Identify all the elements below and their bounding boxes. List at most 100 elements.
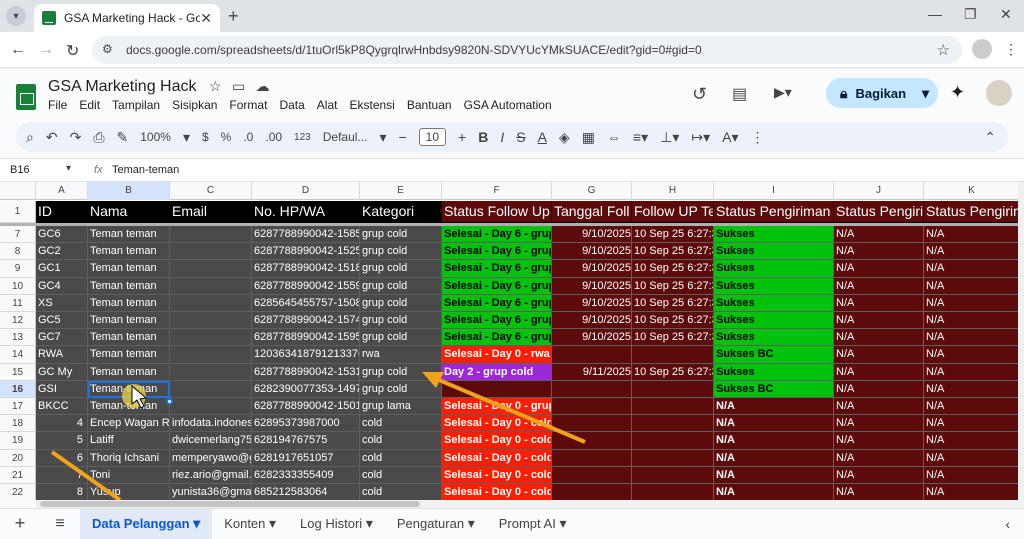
spreadsheet-grid[interactable]: ABCDEFGHIJK 1 ID Nama Email No. HP/WA Kategor… <box>0 182 1018 500</box>
sheet-tab-label: Prompt AI <box>498 516 556 531</box>
tab-list-icon[interactable]: ▾ <box>6 6 26 26</box>
browser-tab[interactable]: GSA Marketing Hack - Google S ✕ <box>34 4 220 32</box>
chevron-down-icon[interactable]: ▾ <box>193 515 200 532</box>
sheets-logo-icon[interactable] <box>16 84 36 110</box>
font-size-increase-icon[interactable]: + <box>458 129 466 145</box>
restore-icon[interactable]: ❐ <box>964 6 977 23</box>
url-text: docs.google.com/spreadsheets/d/1tuOrl5kP… <box>126 43 702 57</box>
text-rotation-icon[interactable]: A▾ <box>722 129 738 146</box>
tab-title: GSA Marketing Hack - Google S <box>64 11 201 25</box>
sheet-tab-pengaturan[interactable]: Pengaturan ▾ <box>385 509 487 539</box>
forward-icon[interactable]: → <box>38 41 54 59</box>
reload-icon[interactable]: ↻ <box>66 41 79 61</box>
bookmark-star-icon[interactable]: ☆ <box>937 41 950 59</box>
close-tab-icon[interactable]: ✕ <box>200 10 212 27</box>
decrease-decimal-button[interactable]: .0 <box>243 130 253 144</box>
comment-icon[interactable]: ▤ <box>732 84 747 104</box>
chevron-down-icon[interactable]: ▾ <box>366 515 373 532</box>
sheet-tab-label: Data Pelanggan <box>92 516 190 531</box>
browser-menu-icon[interactable]: ⋮ <box>1004 41 1018 58</box>
lock-icon: 🔒︎ <box>840 84 848 101</box>
close-window-icon[interactable]: ✕ <box>1000 6 1012 23</box>
sheets-favicon-icon <box>42 11 56 25</box>
site-info-icon[interactable]: ⚙ <box>102 42 113 56</box>
document-title[interactable]: GSA Marketing Hack ☆ ▭ ☁ <box>48 78 270 96</box>
borders-icon[interactable]: ▦ <box>582 129 595 146</box>
zoom-dropdown-icon[interactable]: ▾ <box>183 129 190 146</box>
menu-extensions[interactable]: Ekstensi <box>349 98 394 112</box>
share-dropdown-icon[interactable]: ▾ <box>922 85 929 102</box>
meet-icon[interactable]: ▶▾ <box>774 84 792 101</box>
redo-icon[interactable]: ↷ <box>70 129 82 146</box>
menu-help[interactable]: Bantuan <box>407 98 452 112</box>
menu-file[interactable]: File <box>48 98 67 112</box>
formula-input[interactable]: Teman-teman <box>112 164 179 176</box>
currency-format-button[interactable]: $ <box>202 130 209 144</box>
scroll-tabs-left-icon[interactable]: ‹ <box>1005 516 1010 532</box>
sheet-tab-prompt-ai[interactable]: Prompt AI ▾ <box>487 509 579 539</box>
add-sheet-icon[interactable]: + <box>0 513 40 534</box>
merge-cells-icon[interactable]: ⇔ <box>607 129 621 145</box>
horizontal-scrollbar-thumb[interactable] <box>40 501 420 507</box>
account-avatar-icon[interactable] <box>986 80 1012 106</box>
undo-icon[interactable]: ↶ <box>46 129 58 146</box>
fx-icon: fx <box>94 164 103 176</box>
sheet-tab-log-histori[interactable]: Log Histori ▾ <box>288 509 385 539</box>
formula-bar: B16 ▾ fx Teman-teman <box>0 158 1024 182</box>
horizontal-scrollbar[interactable] <box>36 500 1024 508</box>
search-menus-icon[interactable]: ⌕ <box>26 129 34 146</box>
paint-format-icon[interactable]: ✎ <box>117 129 129 146</box>
percent-format-button[interactable]: % <box>221 130 232 144</box>
font-dropdown-icon[interactable]: ▾ <box>379 129 386 146</box>
font-select[interactable]: Defaul... <box>323 130 368 144</box>
text-color-icon[interactable]: A <box>538 129 547 145</box>
zoom-select[interactable]: 100% <box>140 130 171 144</box>
menu-gsa-automation[interactable]: GSA Automation <box>464 98 552 112</box>
chevron-down-icon[interactable]: ▾ <box>468 515 475 532</box>
move-folder-icon[interactable]: ▭ <box>232 78 245 95</box>
all-sheets-icon[interactable]: ≡ <box>40 515 80 533</box>
font-size-decrease-icon[interactable]: − <box>398 129 406 145</box>
star-icon[interactable]: ☆ <box>209 78 222 95</box>
sheet-tab-bar: + ≡ Data Pelanggan ▾ Konten ▾ Log Histor… <box>0 508 1024 539</box>
menu-data[interactable]: Data <box>279 98 304 112</box>
chevron-down-icon[interactable]: ▾ <box>559 515 566 532</box>
text-wrap-icon[interactable]: ↦▾ <box>691 129 710 146</box>
bold-icon[interactable]: B <box>478 129 488 145</box>
more-options-icon[interactable]: ⋮ <box>751 129 765 146</box>
url-field[interactable]: ⚙ docs.google.com/spreadsheets/d/1tuOrl5… <box>92 36 962 64</box>
sheet-tab-data-pelanggan[interactable]: Data Pelanggan ▾ <box>80 508 213 539</box>
sheet-tab-konten[interactable]: Konten ▾ <box>212 509 288 539</box>
number-format-button[interactable]: 123 <box>294 132 311 143</box>
print-icon[interactable]: ⎙ <box>93 129 104 146</box>
menu-tools[interactable]: Alat <box>317 98 338 112</box>
increase-decimal-button[interactable]: .00 <box>265 130 282 144</box>
menu-edit[interactable]: Edit <box>79 98 100 112</box>
back-icon[interactable]: ← <box>10 41 26 59</box>
sheet-tab-label: Pengaturan <box>396 516 465 531</box>
arrow-line-1 <box>431 375 586 444</box>
menu-insert[interactable]: Sisipkan <box>172 98 217 112</box>
collapse-toolbar-icon[interactable]: ⌃ <box>984 129 996 146</box>
new-tab-icon[interactable]: + <box>228 6 239 27</box>
chevron-down-icon[interactable]: ▾ <box>269 515 276 532</box>
arrow-line-2 <box>50 450 122 500</box>
history-icon[interactable]: ↺ <box>692 84 707 105</box>
vertical-align-icon[interactable]: ⊥▾ <box>660 129 679 146</box>
toolbar: ⌕ ↶ ↷ ⎙ ✎ 100% ▾ $ % .0 .00 123 Defaul..… <box>16 122 1008 152</box>
menu-view[interactable]: Tampilan <box>112 98 160 112</box>
strikethrough-icon[interactable]: S <box>516 129 525 145</box>
app-header: GSA Marketing Hack ☆ ▭ ☁ File Edit Tampi… <box>0 68 1024 118</box>
name-box[interactable]: B16 <box>10 164 30 176</box>
italic-icon[interactable]: I <box>500 129 504 145</box>
gemini-icon[interactable]: ✦ <box>950 82 965 103</box>
fill-color-icon[interactable]: ◈ <box>559 129 570 146</box>
profile-avatar-icon[interactable] <box>972 39 992 59</box>
font-size-input[interactable]: 10 <box>418 128 447 146</box>
minimize-icon[interactable]: — <box>928 6 942 22</box>
share-button[interactable]: 🔒︎ Bagikan ▾ <box>826 78 938 108</box>
menu-format[interactable]: Format <box>229 98 267 112</box>
name-box-dropdown-icon[interactable]: ▾ <box>66 163 71 174</box>
vertical-scrollbar[interactable] <box>1018 182 1024 500</box>
horizontal-align-icon[interactable]: ≡▾ <box>633 129 648 146</box>
